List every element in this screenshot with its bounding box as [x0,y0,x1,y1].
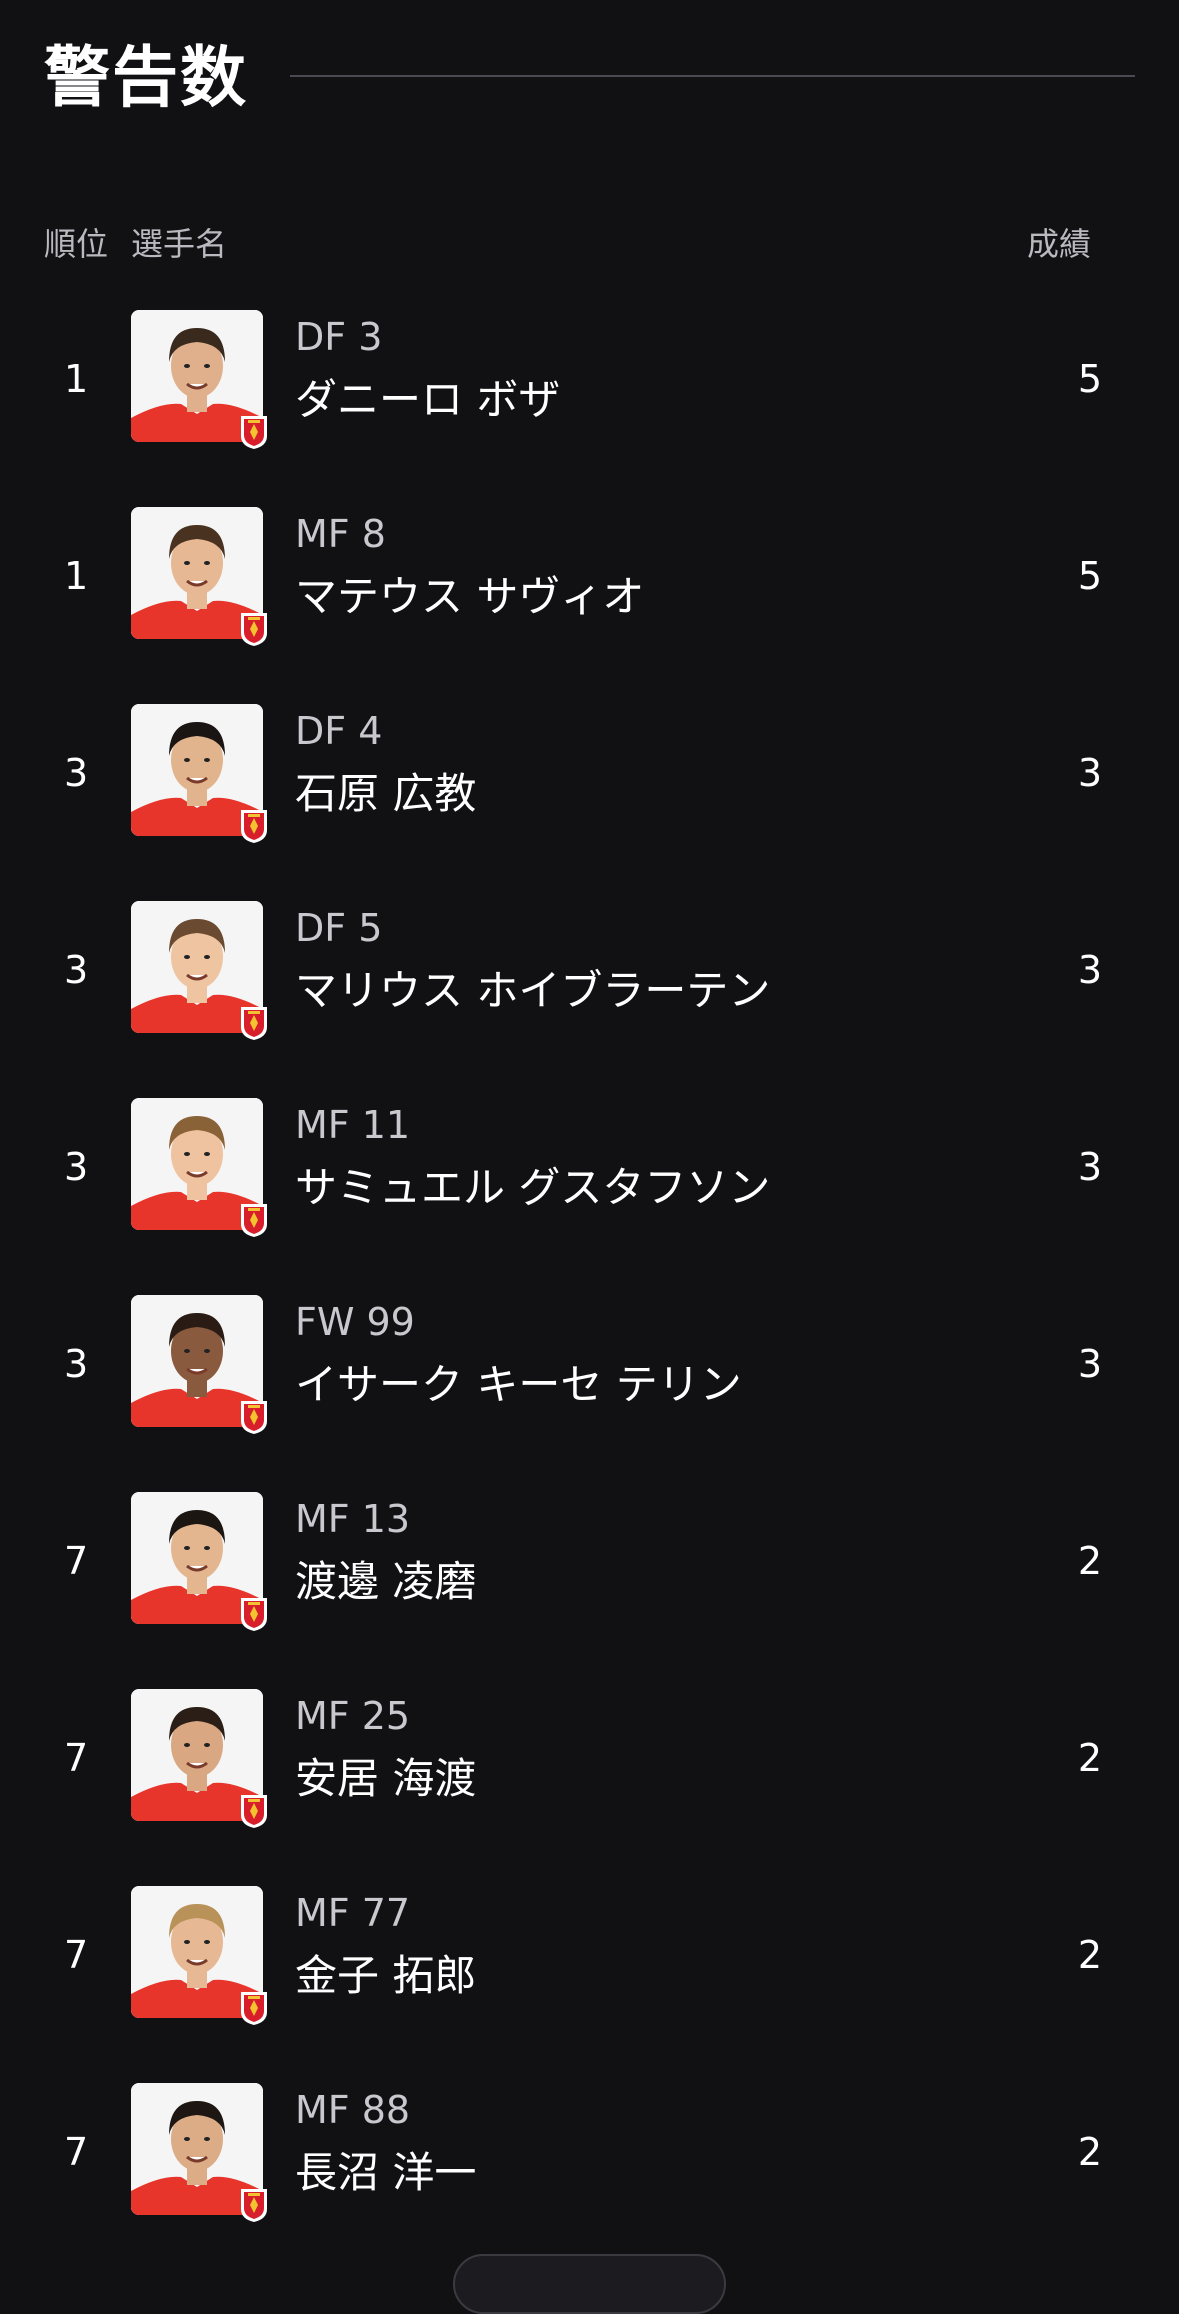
section-divider [290,75,1135,77]
player-photo[interactable] [131,310,267,449]
warning-count: 5 [1077,357,1102,401]
player-name[interactable]: マリウス ホイブラーテン [295,963,995,1019]
player-position-number: MF 25 [295,1694,411,1738]
warning-count: 2 [1077,2130,1102,2174]
rank-number: 7 [64,1736,89,1780]
player-photo[interactable] [131,2083,267,2222]
rank-number: 3 [64,1342,89,1386]
rank-number: 1 [64,554,89,598]
club-crest-icon [241,1401,267,1434]
player-info: MF 11 サミュエル グスタフソン [295,1100,995,1216]
player-info: FW 99 イサーク キーセ テリン [295,1297,995,1413]
ranking-row[interactable]: 3 FW 99 イサーク キーセ テリン 3 [0,1285,1179,1482]
player-photo[interactable] [131,901,267,1040]
ranking-row[interactable]: 7 MF 77 金子 拓郎 2 [0,1876,1179,2073]
player-info: MF 77 金子 拓郎 [295,1888,995,2004]
player-position-number: FW 99 [295,1300,415,1344]
ranking-row[interactable]: 3 DF 5 マリウス ホイブラーテン 3 [0,891,1179,1088]
warnings-ranking-page: 警告数 順位 選手名 成績 1 DF 3 ダニーロ ボザ 5 1 MF 8 マテウス サヴィ… [0,0,1179,2314]
scroll-to-top-button[interactable] [453,2254,726,2314]
ranking-row[interactable]: 1 DF 3 ダニーロ ボザ 5 [0,300,1179,497]
player-position-number: MF 11 [295,1103,411,1147]
club-crest-icon [241,1007,267,1040]
warning-count: 2 [1077,1933,1102,1977]
player-position-number: DF 3 [295,315,383,359]
player-info: DF 5 マリウス ホイブラーテン [295,903,995,1019]
rank-number: 7 [64,2130,89,2174]
rank-number: 1 [64,357,89,401]
player-position-number: MF 13 [295,1497,411,1541]
club-crest-icon [241,2189,267,2222]
player-photo[interactable] [131,1295,267,1434]
section-title: 警告数 [44,39,248,116]
player-photo[interactable] [131,1886,267,2025]
warning-count: 3 [1077,751,1102,795]
player-name[interactable]: イサーク キーセ テリン [295,1357,995,1413]
ranking-list: 1 DF 3 ダニーロ ボザ 5 1 MF 8 マテウス サヴィオ 5 3 DF 4 石原 広教 3 3… [0,300,1179,2270]
player-photo[interactable] [131,1492,267,1631]
club-crest-icon [241,1795,267,1828]
player-info: MF 25 安居 海渡 [295,1691,995,1807]
rank-number: 3 [64,948,89,992]
warning-count: 5 [1077,554,1102,598]
ranking-row[interactable]: 3 MF 11 サミュエル グスタフソン 3 [0,1088,1179,1285]
warning-count: 3 [1077,948,1102,992]
column-header-rank: 順位 [44,225,109,263]
warning-count: 2 [1077,1736,1102,1780]
warning-count: 3 [1077,1342,1102,1386]
player-name[interactable]: 金子 拓郎 [295,1948,995,2004]
player-position-number: DF 5 [295,906,383,950]
rank-number: 3 [64,751,89,795]
player-name[interactable]: マテウス サヴィオ [295,569,995,625]
player-info: MF 88 長沼 洋一 [295,2085,995,2201]
rank-number: 7 [64,1933,89,1977]
warning-count: 2 [1077,1539,1102,1583]
player-position-number: MF 8 [295,512,386,556]
ranking-row[interactable]: 7 MF 88 長沼 洋一 2 [0,2073,1179,2270]
rank-number: 7 [64,1539,89,1583]
club-crest-icon [241,1204,267,1237]
player-position-number: MF 88 [295,2088,411,2132]
player-photo[interactable] [131,1689,267,1828]
club-crest-icon [241,416,267,449]
section-header: 警告数 [44,38,1135,118]
column-header-player: 選手名 [131,225,228,263]
player-name[interactable]: 長沼 洋一 [295,2145,995,2201]
player-info: DF 3 ダニーロ ボザ [295,312,995,428]
ranking-row[interactable]: 7 MF 13 渡邊 凌磨 2 [0,1482,1179,1679]
warning-count: 3 [1077,1145,1102,1189]
club-crest-icon [241,810,267,843]
column-header-result: 成績 [1027,225,1092,263]
player-name[interactable]: 石原 広教 [295,766,995,822]
ranking-row[interactable]: 7 MF 25 安居 海渡 2 [0,1679,1179,1876]
player-info: DF 4 石原 広教 [295,706,995,822]
club-crest-icon [241,1598,267,1631]
player-photo[interactable] [131,1098,267,1237]
ranking-row[interactable]: 3 DF 4 石原 広教 3 [0,694,1179,891]
player-photo[interactable] [131,704,267,843]
player-position-number: MF 77 [295,1891,411,1935]
ranking-row[interactable]: 1 MF 8 マテウス サヴィオ 5 [0,497,1179,694]
player-info: MF 8 マテウス サヴィオ [295,509,995,625]
player-name[interactable]: ダニーロ ボザ [295,372,995,428]
player-info: MF 13 渡邊 凌磨 [295,1494,995,1610]
player-name[interactable]: 渡邊 凌磨 [295,1554,995,1610]
rank-number: 3 [64,1145,89,1189]
club-crest-icon [241,613,267,646]
player-position-number: DF 4 [295,709,383,753]
player-name[interactable]: サミュエル グスタフソン [295,1160,995,1216]
player-photo[interactable] [131,507,267,646]
player-name[interactable]: 安居 海渡 [295,1751,995,1807]
club-crest-icon [241,1992,267,2025]
